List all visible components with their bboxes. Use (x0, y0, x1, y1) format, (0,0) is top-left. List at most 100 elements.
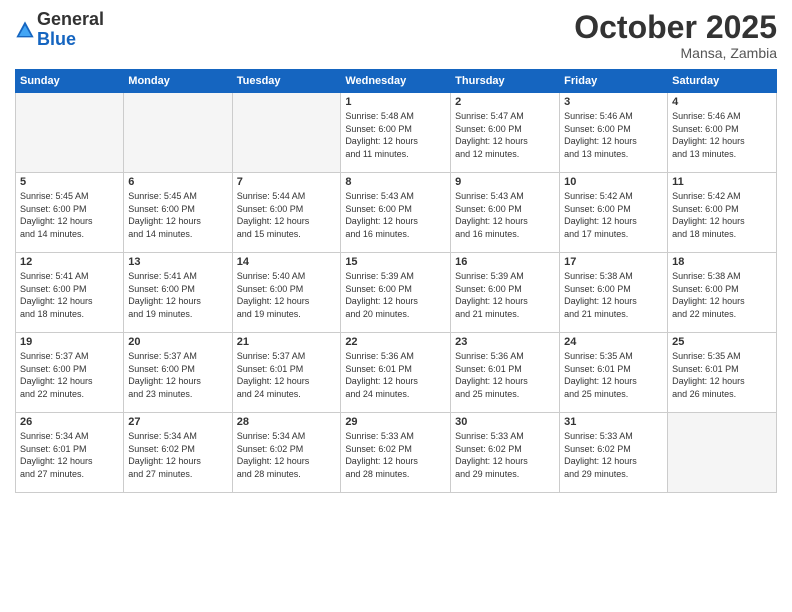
week-row-3: 12 Sunrise: 5:41 AMSunset: 6:00 PMDayligh… (16, 253, 777, 333)
day-info: Sunrise: 5:41 AMSunset: 6:00 PMDaylight:… (128, 270, 227, 320)
day-cell: 17 Sunrise: 5:38 AMSunset: 6:00 PMDayligh… (560, 253, 668, 333)
day-number: 20 (128, 336, 227, 348)
day-number: 15 (345, 256, 446, 268)
day-cell: 20 Sunrise: 5:37 AMSunset: 6:00 PMDayligh… (124, 333, 232, 413)
week-row-2: 5 Sunrise: 5:45 AMSunset: 6:00 PMDaylight… (16, 173, 777, 253)
day-number: 27 (128, 416, 227, 428)
logo-text: General Blue (37, 10, 104, 50)
logo-general: General (37, 9, 104, 29)
day-cell: 14 Sunrise: 5:40 AMSunset: 6:00 PMDayligh… (232, 253, 341, 333)
day-cell: 22 Sunrise: 5:36 AMSunset: 6:01 PMDayligh… (341, 333, 451, 413)
day-number: 10 (564, 176, 663, 188)
day-info: Sunrise: 5:48 AMSunset: 6:00 PMDaylight:… (345, 110, 446, 160)
day-info: Sunrise: 5:42 AMSunset: 6:00 PMDaylight:… (672, 190, 772, 240)
day-cell: 27 Sunrise: 5:34 AMSunset: 6:02 PMDayligh… (124, 413, 232, 493)
day-number: 16 (455, 256, 555, 268)
day-info: Sunrise: 5:43 AMSunset: 6:00 PMDaylight:… (345, 190, 446, 240)
day-number: 17 (564, 256, 663, 268)
day-cell: 12 Sunrise: 5:41 AMSunset: 6:00 PMDayligh… (16, 253, 124, 333)
day-info: Sunrise: 5:33 AMSunset: 6:02 PMDaylight:… (455, 430, 555, 480)
day-cell: 13Sunrise: 5:41 AMSunset: 6:00 PMDayligh… (124, 253, 232, 333)
page: General Blue October 2025 Mansa, Zambia … (0, 0, 792, 612)
day-number: 26 (20, 416, 119, 428)
day-number: 9 (455, 176, 555, 188)
day-info: Sunrise: 5:45 AMSunset: 6:00 PMDaylight:… (128, 190, 227, 240)
col-wednesday: Wednesday (341, 70, 451, 93)
day-cell: 29 Sunrise: 5:33 AMSunset: 6:02 PMDayligh… (341, 413, 451, 493)
day-info: Sunrise: 5:33 AMSunset: 6:02 PMDaylight:… (564, 430, 663, 480)
day-cell: 21 Sunrise: 5:37 AMSunset: 6:01 PMDayligh… (232, 333, 341, 413)
day-info: Sunrise: 5:37 AMSunset: 6:00 PMDaylight:… (128, 350, 227, 400)
title-block: October 2025 Mansa, Zambia (574, 10, 777, 61)
day-number: 25 (672, 336, 772, 348)
location: Mansa, Zambia (574, 45, 777, 61)
day-cell: 1 Sunrise: 5:48 AMSunset: 6:00 PMDaylight… (341, 93, 451, 173)
day-number: 8 (345, 176, 446, 188)
day-cell (16, 93, 124, 173)
day-info: Sunrise: 5:33 AMSunset: 6:02 PMDaylight:… (345, 430, 446, 480)
day-number: 18 (672, 256, 772, 268)
header: General Blue October 2025 Mansa, Zambia (15, 10, 777, 61)
day-info: Sunrise: 5:46 AMSunset: 6:00 PMDaylight:… (672, 110, 772, 160)
day-cell: 26 Sunrise: 5:34 AMSunset: 6:01 PMDayligh… (16, 413, 124, 493)
day-cell: 3Sunrise: 5:46 AMSunset: 6:00 PMDaylight… (560, 93, 668, 173)
day-info: Sunrise: 5:39 AMSunset: 6:00 PMDaylight:… (345, 270, 446, 320)
week-row-4: 19 Sunrise: 5:37 AMSunset: 6:00 PMDayligh… (16, 333, 777, 413)
day-cell (668, 413, 777, 493)
day-cell: 7Sunrise: 5:44 AMSunset: 6:00 PMDaylight… (232, 173, 341, 253)
day-info: Sunrise: 5:37 AMSunset: 6:01 PMDaylight:… (237, 350, 337, 400)
day-info: Sunrise: 5:46 AMSunset: 6:00 PMDaylight:… (564, 110, 663, 160)
day-number: 19 (20, 336, 119, 348)
day-info: Sunrise: 5:47 AMSunset: 6:00 PMDaylight:… (455, 110, 555, 160)
day-info: Sunrise: 5:35 AMSunset: 6:01 PMDaylight:… (672, 350, 772, 400)
day-cell: 2 Sunrise: 5:47 AMSunset: 6:00 PMDaylight… (451, 93, 560, 173)
day-cell: 28 Sunrise: 5:34 AMSunset: 6:02 PMDayligh… (232, 413, 341, 493)
col-friday: Friday (560, 70, 668, 93)
day-info: Sunrise: 5:37 AMSunset: 6:00 PMDaylight:… (20, 350, 119, 400)
logo-blue: Blue (37, 29, 76, 49)
day-info: Sunrise: 5:41 AMSunset: 6:00 PMDaylight:… (20, 270, 119, 320)
day-number: 24 (564, 336, 663, 348)
day-number: 1 (345, 96, 446, 108)
day-info: Sunrise: 5:42 AMSunset: 6:00 PMDaylight:… (564, 190, 663, 240)
day-info: Sunrise: 5:34 AMSunset: 6:01 PMDaylight:… (20, 430, 119, 480)
day-cell: 8 Sunrise: 5:43 AMSunset: 6:00 PMDaylight… (341, 173, 451, 253)
calendar-header-row: Sunday Monday Tuesday Wednesday Thursday… (16, 70, 777, 93)
day-info: Sunrise: 5:34 AMSunset: 6:02 PMDaylight:… (128, 430, 227, 480)
day-number: 28 (237, 416, 337, 428)
day-number: 14 (237, 256, 337, 268)
day-cell: 6 Sunrise: 5:45 AMSunset: 6:00 PMDaylight… (124, 173, 232, 253)
day-number: 5 (20, 176, 119, 188)
day-number: 12 (20, 256, 119, 268)
day-cell (124, 93, 232, 173)
day-info: Sunrise: 5:38 AMSunset: 6:00 PMDaylight:… (564, 270, 663, 320)
day-cell: 23Sunrise: 5:36 AMSunset: 6:01 PMDayligh… (451, 333, 560, 413)
day-cell (232, 93, 341, 173)
day-number: 2 (455, 96, 555, 108)
day-number: 31 (564, 416, 663, 428)
day-info: Sunrise: 5:44 AMSunset: 6:00 PMDaylight:… (237, 190, 337, 240)
week-row-5: 26 Sunrise: 5:34 AMSunset: 6:01 PMDayligh… (16, 413, 777, 493)
day-info: Sunrise: 5:39 AMSunset: 6:00 PMDaylight:… (455, 270, 555, 320)
day-cell: 24Sunrise: 5:35 AMSunset: 6:01 PMDayligh… (560, 333, 668, 413)
day-info: Sunrise: 5:36 AMSunset: 6:01 PMDaylight:… (345, 350, 446, 400)
logo: General Blue (15, 10, 104, 50)
day-info: Sunrise: 5:40 AMSunset: 6:00 PMDaylight:… (237, 270, 337, 320)
day-number: 6 (128, 176, 227, 188)
col-sunday: Sunday (16, 70, 124, 93)
logo-icon (15, 20, 35, 40)
day-info: Sunrise: 5:34 AMSunset: 6:02 PMDaylight:… (237, 430, 337, 480)
month-title: October 2025 (574, 10, 777, 45)
day-info: Sunrise: 5:43 AMSunset: 6:00 PMDaylight:… (455, 190, 555, 240)
day-cell: 19 Sunrise: 5:37 AMSunset: 6:00 PMDayligh… (16, 333, 124, 413)
day-cell: 16 Sunrise: 5:39 AMSunset: 6:00 PMDayligh… (451, 253, 560, 333)
day-cell: 30Sunrise: 5:33 AMSunset: 6:02 PMDayligh… (451, 413, 560, 493)
day-number: 21 (237, 336, 337, 348)
day-number: 22 (345, 336, 446, 348)
day-number: 29 (345, 416, 446, 428)
col-monday: Monday (124, 70, 232, 93)
day-cell: 25 Sunrise: 5:35 AMSunset: 6:01 PMDayligh… (668, 333, 777, 413)
calendar: Sunday Monday Tuesday Wednesday Thursday… (15, 69, 777, 493)
col-thursday: Thursday (451, 70, 560, 93)
day-cell: 9 Sunrise: 5:43 AMSunset: 6:00 PMDaylight… (451, 173, 560, 253)
